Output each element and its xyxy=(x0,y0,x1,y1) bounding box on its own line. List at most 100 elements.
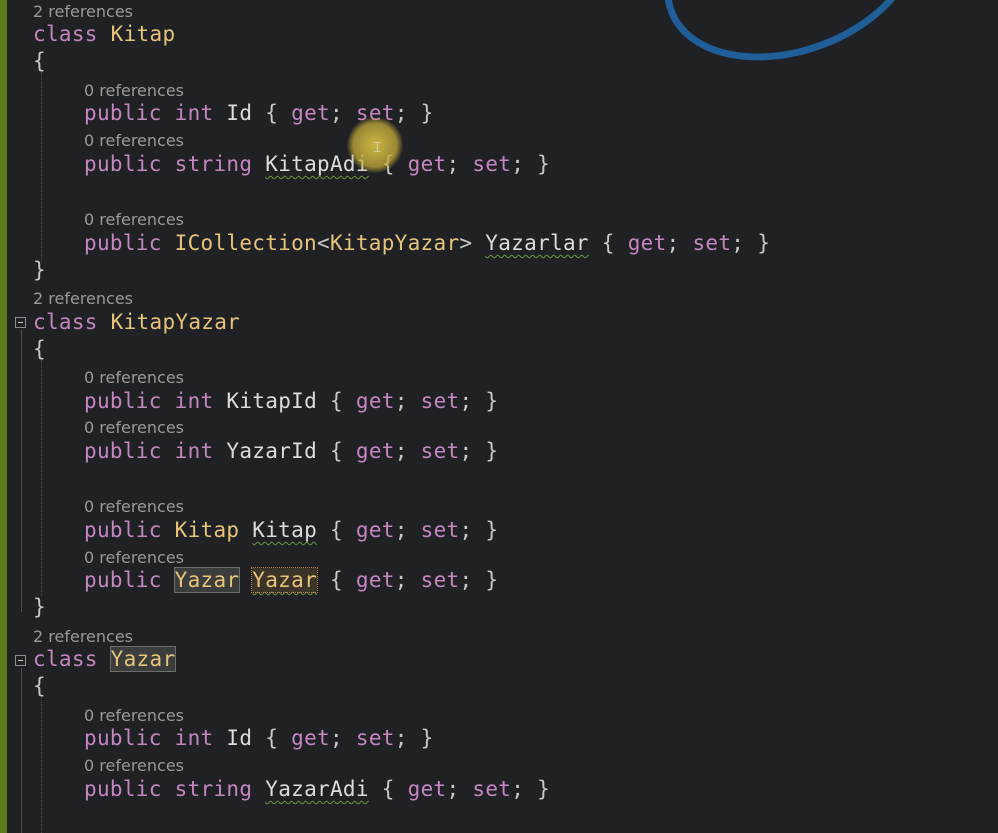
property-name: Kitap xyxy=(252,518,318,542)
collapse-icon[interactable] xyxy=(15,655,26,666)
accessor: set xyxy=(355,726,395,750)
keyword: string xyxy=(174,152,253,176)
property-name: YazarId xyxy=(226,439,318,463)
brace: } xyxy=(485,389,499,413)
accessor: get xyxy=(355,439,395,463)
keyword: public xyxy=(84,152,162,176)
accessor: set xyxy=(472,152,512,176)
codelens-references[interactable]: 2 references xyxy=(33,628,133,646)
type-name: KitapYazar xyxy=(329,231,460,255)
semicolon: ; xyxy=(459,439,473,463)
type-name-highlighted: Yazar xyxy=(173,567,241,593)
brace: } xyxy=(757,231,771,255)
code-line-property-yazarlar[interactable]: public ICollection<KitapYazar> Yazarlar … xyxy=(84,230,770,256)
property-name: Id xyxy=(226,726,253,750)
accessor: get xyxy=(355,389,395,413)
keyword: class xyxy=(33,22,98,46)
type-name: ICollection xyxy=(174,231,317,255)
brace: } xyxy=(420,726,434,750)
accessor: get xyxy=(407,152,447,176)
change-tracking-margin xyxy=(0,0,7,833)
code-line-property-kitap[interactable]: public Kitap Kitap { get; set; } xyxy=(84,517,498,543)
indent-guide xyxy=(41,698,42,833)
codelens-references[interactable]: 0 references xyxy=(84,498,184,516)
brace: { xyxy=(381,777,395,801)
codelens-references[interactable]: 0 references xyxy=(84,82,184,100)
code-line-property-yazaradi[interactable]: public string YazarAdi { get; set; } xyxy=(84,776,550,802)
code-line-property-id[interactable]: public int Id { get; set; } xyxy=(84,725,434,751)
code-line-property-kitapid[interactable]: public int KitapId { get; set; } xyxy=(84,388,498,414)
open-brace: { xyxy=(33,674,46,698)
keyword: public xyxy=(84,777,162,801)
semicolon: ; xyxy=(731,231,745,255)
brace: } xyxy=(485,439,499,463)
accessor: set xyxy=(420,389,460,413)
accessor: get xyxy=(291,101,331,125)
property-name: YazarAdi xyxy=(265,777,369,801)
property-name: KitapId xyxy=(226,389,318,413)
accessor: get xyxy=(355,518,395,542)
keyword: class xyxy=(33,647,98,671)
code-line-brace[interactable]: { xyxy=(33,336,46,362)
code-line-property-kitapadi[interactable]: public string KitapAdi { get; set; } xyxy=(84,151,550,177)
keyword: public xyxy=(84,389,162,413)
semicolon: ; xyxy=(330,101,343,125)
codelens-references[interactable]: 0 references xyxy=(84,211,184,229)
code-line-brace[interactable]: { xyxy=(33,48,46,74)
keyword: string xyxy=(174,777,253,801)
brace: { xyxy=(329,518,343,542)
code-line-property-yazar[interactable]: public Yazar Yazar { get; set; } xyxy=(84,567,498,593)
brace: { xyxy=(329,568,343,592)
property-name: Id xyxy=(226,101,253,125)
keyword: int xyxy=(174,101,214,125)
code-line-property-yazarid[interactable]: public int YazarId { get; set; } xyxy=(84,438,498,464)
semicolon: ; xyxy=(446,777,460,801)
semicolon: ; xyxy=(394,518,408,542)
semicolon: ; xyxy=(394,101,408,125)
keyword: public xyxy=(84,568,162,592)
brace: } xyxy=(485,518,499,542)
open-brace: { xyxy=(33,49,46,73)
code-line-brace[interactable]: } xyxy=(33,594,46,620)
indent-guide xyxy=(41,72,42,262)
collapse-icon[interactable] xyxy=(15,317,26,328)
accessor: set xyxy=(472,777,512,801)
brace: { xyxy=(329,389,343,413)
background-logo-arc xyxy=(638,0,946,94)
keyword: public xyxy=(84,101,162,125)
codelens-references[interactable]: 0 references xyxy=(84,419,184,437)
brace: { xyxy=(265,726,279,750)
code-editor[interactable]: 2 references class Kitap { 0 references … xyxy=(0,0,998,833)
codelens-references[interactable]: 0 references xyxy=(84,757,184,775)
code-line-class-yazar[interactable]: class Yazar xyxy=(33,646,177,672)
codelens-references[interactable]: 0 references xyxy=(84,707,184,725)
semicolon: ; xyxy=(330,726,343,750)
text-cursor-icon: ⌶ xyxy=(373,138,383,156)
code-line-brace[interactable]: { xyxy=(33,673,46,699)
brace: { xyxy=(329,439,343,463)
brace: { xyxy=(601,231,615,255)
fold-guide-line xyxy=(21,330,22,612)
code-line-brace[interactable]: } xyxy=(33,257,46,283)
keyword: int xyxy=(174,439,214,463)
codelens-references[interactable]: 2 references xyxy=(33,3,133,21)
codelens-references[interactable]: 2 references xyxy=(33,290,133,308)
open-brace: { xyxy=(33,337,46,361)
accessor: get xyxy=(291,726,331,750)
semicolon: ; xyxy=(459,389,473,413)
code-line-class-kitap[interactable]: class Kitap xyxy=(33,21,175,47)
accessor: set xyxy=(420,439,460,463)
code-line-class-kitapyazar[interactable]: class KitapYazar xyxy=(33,309,240,335)
accessor: set xyxy=(692,231,732,255)
codelens-references[interactable]: 0 references xyxy=(84,369,184,387)
keyword: int xyxy=(174,726,214,750)
codelens-references[interactable]: 0 references xyxy=(84,549,184,567)
semicolon: ; xyxy=(459,518,473,542)
codelens-references[interactable]: 0 references xyxy=(84,132,184,150)
accessor: get xyxy=(627,231,667,255)
keyword: public xyxy=(84,518,162,542)
keyword: int xyxy=(174,389,214,413)
semicolon: ; xyxy=(394,568,408,592)
semicolon: ; xyxy=(459,568,473,592)
close-brace: } xyxy=(33,595,46,619)
